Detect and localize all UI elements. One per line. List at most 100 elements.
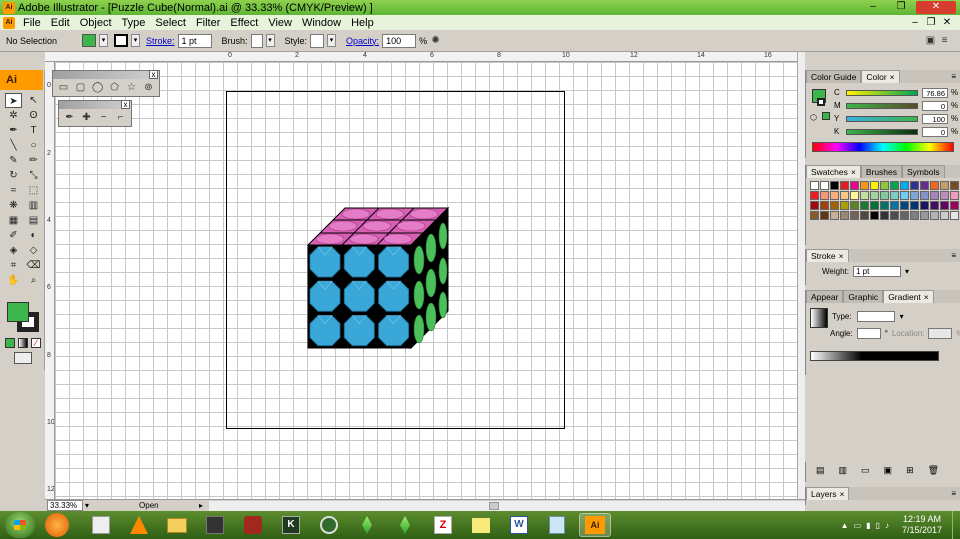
- web-safe-swatch[interactable]: [822, 112, 830, 120]
- panel-menu-icon[interactable]: ≡: [951, 72, 956, 81]
- swatch[interactable]: [820, 211, 829, 220]
- chevron-down-icon[interactable]: ▾: [99, 34, 108, 47]
- network-icon[interactable]: ▮: [866, 521, 870, 530]
- menu-filter[interactable]: Filter: [191, 17, 225, 29]
- close-button[interactable]: ✕: [916, 1, 956, 14]
- swatch[interactable]: [840, 181, 849, 190]
- line-tool-icon[interactable]: ╲: [5, 138, 22, 153]
- black-slider[interactable]: [846, 128, 918, 135]
- menu-help[interactable]: Help: [346, 17, 379, 29]
- rotate-tool-icon[interactable]: ↻: [5, 168, 22, 183]
- swatch[interactable]: [890, 201, 899, 210]
- swatch[interactable]: [860, 181, 869, 190]
- gradient-type-select[interactable]: [856, 311, 895, 322]
- tab-appearance[interactable]: Appear: [806, 290, 844, 303]
- doc-close-button[interactable]: ✕: [940, 17, 954, 29]
- chevron-down-icon[interactable]: ▾: [131, 34, 140, 47]
- cyan-value-field[interactable]: 76.86: [922, 87, 948, 98]
- swatch[interactable]: [940, 181, 949, 190]
- menu-edit[interactable]: Edit: [46, 17, 75, 29]
- star-tool-icon[interactable]: ☆: [126, 82, 137, 93]
- vertical-scrollbar[interactable]: [797, 52, 805, 499]
- stroke-weight-field[interactable]: 1 pt: [177, 33, 212, 48]
- firefox-icon[interactable]: [45, 513, 69, 537]
- color-mode-button[interactable]: [5, 338, 15, 348]
- rounded-rectangle-tool-icon[interactable]: ▢: [75, 82, 86, 93]
- swatch[interactable]: [860, 211, 869, 220]
- direct-selection-tool-icon[interactable]: ↖: [25, 93, 42, 108]
- color-spectrum[interactable]: [812, 142, 954, 152]
- swatch[interactable]: [820, 201, 829, 210]
- swatch[interactable]: [850, 191, 859, 200]
- sims-icon[interactable]: [351, 513, 383, 537]
- screen-mode-button[interactable]: [14, 352, 32, 364]
- doc-restore-button[interactable]: ❐: [924, 17, 938, 29]
- zip-app-icon[interactable]: Z: [427, 513, 459, 537]
- new-swatch-icon[interactable]: ⊞: [906, 465, 914, 476]
- swatch[interactable]: [810, 191, 819, 200]
- swatch[interactable]: [950, 191, 959, 200]
- out-of-gamut-cube-icon[interactable]: ⬡: [810, 113, 817, 122]
- volume-icon[interactable]: ♪: [885, 521, 889, 530]
- close-icon[interactable]: ×: [924, 292, 929, 302]
- tab-stroke[interactable]: Stroke ×: [806, 249, 849, 262]
- swatch[interactable]: [900, 201, 909, 210]
- color-stroke-swatch[interactable]: [817, 98, 825, 106]
- tab-symbols[interactable]: Symbols: [902, 165, 945, 178]
- panel-menu-icon[interactable]: ≡: [951, 251, 956, 260]
- swatch[interactable]: [870, 191, 879, 200]
- swatch[interactable]: [860, 201, 869, 210]
- puzzle-cube-artwork[interactable]: [300, 200, 460, 360]
- chevron-down-icon[interactable]: ▾: [900, 312, 904, 321]
- swatch[interactable]: [890, 191, 899, 200]
- horizontal-ruler[interactable]: 0 2 4 6 8 10 12 14 16: [45, 52, 797, 62]
- type-tool-icon[interactable]: T: [25, 123, 42, 138]
- close-icon[interactable]: x: [121, 100, 130, 109]
- document-setup-icon[interactable]: ▣: [925, 35, 936, 46]
- notepad-icon[interactable]: [541, 513, 573, 537]
- swatch[interactable]: [890, 181, 899, 190]
- swatch[interactable]: [880, 211, 889, 220]
- swatch[interactable]: [850, 181, 859, 190]
- swatch[interactable]: [900, 211, 909, 220]
- gradient-tool-icon[interactable]: ▤: [25, 213, 42, 228]
- show-desktop-button[interactable]: [952, 511, 960, 539]
- gradient-slider[interactable]: [810, 351, 939, 361]
- delete-anchor-point-icon[interactable]: −: [98, 112, 109, 123]
- live-paint-selection-tool-icon[interactable]: ◇: [25, 243, 42, 258]
- doc-minimize-button[interactable]: –: [908, 17, 922, 29]
- swatch[interactable]: [950, 201, 959, 210]
- swatch[interactable]: [830, 211, 839, 220]
- menu-select[interactable]: Select: [150, 17, 191, 29]
- scroll-thumb[interactable]: [489, 501, 500, 510]
- swatch[interactable]: [940, 211, 949, 220]
- tray-arrow-icon[interactable]: ▲: [841, 521, 849, 530]
- close-icon[interactable]: x: [149, 70, 158, 79]
- chevron-down-icon[interactable]: ▾: [327, 34, 337, 47]
- swatch[interactable]: [870, 181, 879, 190]
- magenta-value-field[interactable]: 0: [922, 100, 948, 111]
- tab-layers[interactable]: Layers ×: [806, 487, 850, 500]
- tab-color-guide[interactable]: Color Guide: [806, 70, 862, 83]
- recolor-artwork-icon[interactable]: ✺: [430, 35, 441, 46]
- selection-tool-icon[interactable]: ➤: [5, 93, 22, 108]
- cyan-slider[interactable]: [846, 89, 918, 96]
- swatch[interactable]: [940, 191, 949, 200]
- swatch[interactable]: [930, 181, 939, 190]
- chevron-right-icon[interactable]: ▸: [199, 501, 203, 510]
- file-state-label[interactable]: Open: [139, 501, 199, 510]
- swatch[interactable]: [870, 201, 879, 210]
- pencil-tool-icon[interactable]: ✏: [25, 153, 42, 168]
- swatch[interactable]: [840, 191, 849, 200]
- stroke-swatch[interactable]: [114, 34, 128, 47]
- mesh-tool-icon[interactable]: ▦: [5, 213, 22, 228]
- illustrator-app-icon[interactable]: Ai: [579, 513, 611, 537]
- document-icon[interactable]: Ai: [3, 16, 15, 29]
- menu-type[interactable]: Type: [117, 17, 151, 29]
- stroke-link[interactable]: Stroke:: [146, 36, 175, 46]
- swatch[interactable]: [910, 201, 919, 210]
- display-icon[interactable]: ▭: [854, 521, 862, 530]
- swatch[interactable]: [890, 211, 899, 220]
- menu-file[interactable]: File: [18, 17, 46, 29]
- menu-view[interactable]: View: [263, 17, 297, 29]
